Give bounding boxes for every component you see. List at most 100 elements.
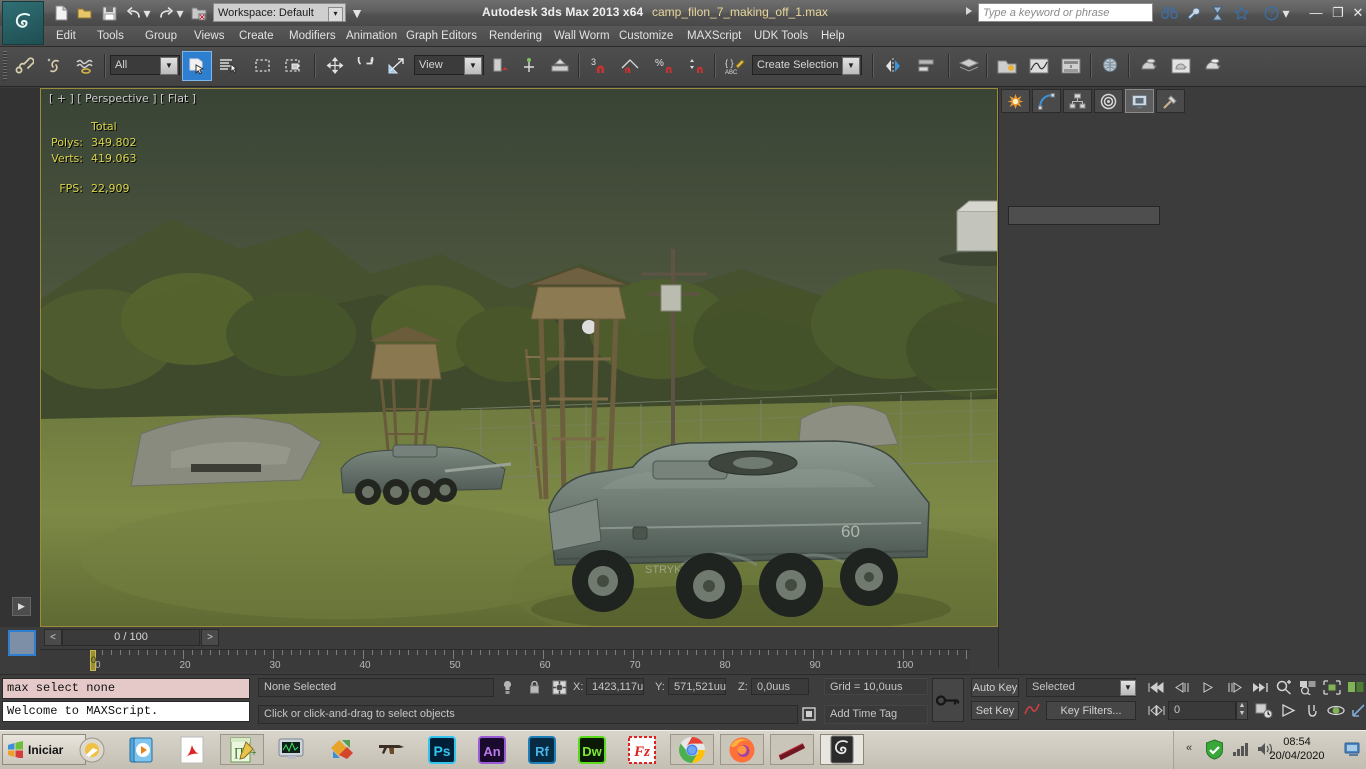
key-mode-toggle-icon[interactable] — [1146, 701, 1166, 720]
coord-y-input[interactable]: 571,521uu — [668, 678, 726, 695]
previous-frame-icon[interactable] — [1172, 678, 1192, 697]
add-time-tag-button[interactable]: Add Time Tag — [824, 705, 928, 724]
next-frame-icon[interactable] — [1224, 678, 1244, 697]
window-crossing-icon[interactable] — [279, 51, 309, 81]
menu-views[interactable]: Views — [188, 28, 230, 44]
maxscript-listener-output[interactable]: max select none — [2, 678, 250, 699]
angle-snap-toggle-icon[interactable] — [615, 51, 645, 81]
chevron-down-icon[interactable]: ▾ — [328, 7, 343, 22]
menu-modifiers[interactable]: Modifiers — [283, 28, 342, 44]
object-name-input[interactable] — [1008, 206, 1160, 225]
menu-group[interactable]: Group — [139, 28, 183, 44]
menu-help[interactable]: Help — [815, 28, 851, 44]
field-of-view-icon[interactable] — [1278, 701, 1298, 720]
coord-x-input[interactable]: 1423,117u — [586, 678, 644, 695]
time-configuration-icon[interactable] — [1254, 701, 1274, 720]
prev-frame-button[interactable]: < — [44, 629, 62, 646]
taskbar-item-notepadpp[interactable]: ∏++ — [220, 734, 264, 765]
rectangular-selection-region-icon[interactable] — [248, 51, 278, 81]
menu-maxscript[interactable]: MAXScript — [681, 28, 747, 44]
help-icon[interactable]: ? — [1262, 4, 1280, 22]
create-tab[interactable] — [1001, 89, 1030, 113]
search-input[interactable]: Type a keyword or phrase — [978, 3, 1153, 22]
rendered-frame-window-icon[interactable] — [1166, 51, 1196, 81]
taskbar-item-ak47[interactable] — [370, 734, 414, 765]
tray-clock[interactable]: 08:54 20/04/2020 — [1256, 735, 1338, 763]
taskbar-item-dreamweaver[interactable]: Dw — [570, 734, 614, 765]
triangle-right-icon[interactable] — [966, 7, 972, 15]
menu-create[interactable]: Create — [233, 28, 280, 44]
adaptive-degradation-icon[interactable] — [801, 707, 817, 724]
chevron-down-icon[interactable]: ▼ — [1120, 680, 1136, 696]
taskbar-item-winamp[interactable] — [70, 734, 114, 765]
show-hidden-icons-icon[interactable]: « — [1186, 742, 1192, 754]
current-time-field[interactable]: 0 — [1168, 701, 1236, 720]
select-by-name-icon[interactable] — [213, 51, 243, 81]
go-to-end-icon[interactable] — [1250, 678, 1270, 697]
modify-tab[interactable] — [1032, 89, 1061, 113]
spinner-snap-toggle-icon[interactable] — [681, 51, 711, 81]
taskbar-item-animate[interactable]: An — [470, 734, 514, 765]
mirror-icon[interactable] — [880, 51, 910, 81]
transform-gizmo-icon[interactable] — [551, 680, 567, 698]
zoom-icon[interactable] — [1274, 678, 1294, 697]
redo-icon[interactable] — [157, 4, 175, 22]
chevron-down-icon[interactable]: ▼ — [842, 57, 860, 75]
workspace-menu-icon[interactable]: ▼ — [348, 4, 366, 22]
toolbar-grip[interactable] — [3, 51, 7, 81]
select-and-rotate-icon[interactable] — [351, 51, 381, 81]
reference-coordinate-combo[interactable]: View ▼ — [414, 55, 484, 75]
undo-icon[interactable] — [124, 4, 142, 22]
taskbar-item-acrobat[interactable] — [170, 734, 214, 765]
play-animation-icon[interactable] — [1198, 678, 1218, 697]
menu-udk-tools[interactable]: UDK Tools — [748, 28, 814, 44]
taskbar-item-monitor[interactable] — [270, 734, 314, 765]
taskbar-item-chrome[interactable] — [670, 734, 714, 765]
viewport-label[interactable]: [ + ] [ Perspective ] [ Flat ] — [49, 92, 196, 105]
workspace-selector[interactable]: Workspace: Default ▾ — [213, 3, 346, 22]
maxscript-listener-input[interactable]: Welcome to MAXScript. — [2, 701, 250, 722]
auto-key-button[interactable]: Auto Key — [971, 678, 1019, 697]
taskbar-item-firefox[interactable] — [720, 734, 764, 765]
material-editor-icon[interactable] — [1096, 51, 1126, 81]
align-icon[interactable] — [912, 51, 942, 81]
layer-manager-icon[interactable] — [954, 51, 984, 81]
coord-z-input[interactable]: 0,0uus — [751, 678, 809, 695]
time-slider[interactable]: < 0 / 100 > — [44, 629, 970, 647]
binoculars-icon[interactable] — [1160, 4, 1178, 22]
network-icon[interactable] — [1232, 741, 1250, 762]
save-icon[interactable] — [100, 4, 118, 22]
chevron-down-icon[interactable]: ▼ — [464, 57, 482, 75]
menu-rendering[interactable]: Rendering — [483, 28, 548, 44]
select-and-manipulate-icon[interactable] — [514, 51, 544, 81]
display-tab[interactable] — [1125, 89, 1154, 113]
redo-dropdown-icon[interactable]: ▾ — [176, 4, 184, 22]
current-frame-display[interactable]: 0 / 100 — [62, 629, 200, 646]
utilities-tab[interactable] — [1156, 89, 1185, 113]
zoom-extents-icon[interactable] — [1322, 678, 1342, 697]
star-icon[interactable] — [1232, 4, 1250, 22]
undo-dropdown-icon[interactable]: ▾ — [143, 4, 151, 22]
snaps-toggle-icon[interactable]: 3 — [584, 51, 614, 81]
taskbar-item-3dsmax[interactable] — [820, 734, 864, 765]
chevron-down-icon[interactable]: ▼ — [160, 57, 178, 75]
next-frame-button[interactable]: > — [201, 629, 219, 646]
close-button[interactable]: ✕ — [1350, 5, 1366, 21]
viewport-scene[interactable]: 60 STRYKER — [41, 89, 997, 626]
select-and-scale-icon[interactable] — [382, 51, 412, 81]
parameter-curve-icon[interactable] — [1023, 702, 1041, 720]
help-dropdown-icon[interactable]: ▾ — [1282, 4, 1290, 22]
graphite-modeling-icon[interactable] — [992, 51, 1022, 81]
taskbar-item-office[interactable] — [320, 734, 364, 765]
menu-graph-editors[interactable]: Graph Editors — [400, 28, 483, 44]
set-key-button[interactable]: Set Key — [971, 701, 1019, 720]
wrench-icon[interactable] — [1184, 4, 1202, 22]
keyboard-shortcut-override-icon[interactable] — [545, 51, 575, 81]
taskbar-item-photoshop[interactable]: Ps — [420, 734, 464, 765]
key-icon[interactable] — [932, 678, 964, 722]
track-bar[interactable]: 10 20 30 40 50 60 70 80 90 100 0 — [40, 649, 970, 672]
unlink-selection-icon[interactable] — [40, 51, 70, 81]
bind-to-space-warp-icon[interactable] — [71, 51, 101, 81]
zoom-all-icon[interactable] — [1298, 678, 1318, 697]
go-to-start-icon[interactable] — [1146, 678, 1166, 697]
